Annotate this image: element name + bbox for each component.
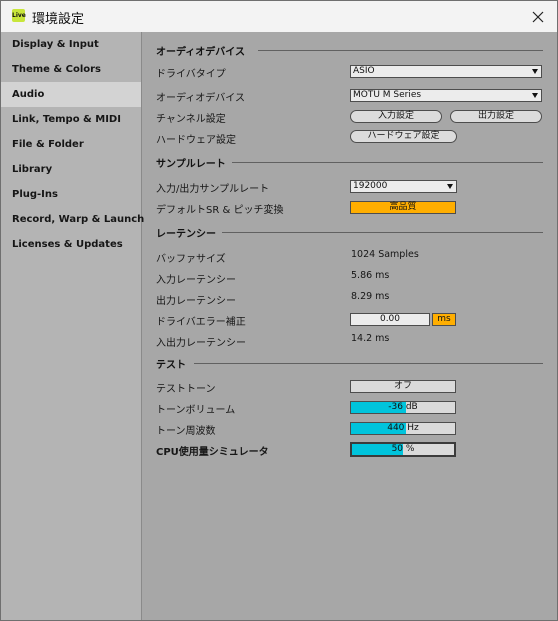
preferences-sidebar: Display & Input Theme & Colors Audio Lin… bbox=[1, 32, 144, 620]
live-app-icon: Live bbox=[12, 9, 26, 22]
input-latency-value: 5.86 ms bbox=[351, 270, 390, 281]
section-heading-audio-device: オーディオデバイス bbox=[156, 47, 245, 58]
section-heading-test: テスト bbox=[156, 360, 186, 371]
tone-volume-label: トーンボリューム bbox=[156, 405, 236, 416]
driver-type-value: ASIO bbox=[353, 66, 375, 76]
sidebar-item-plug-ins[interactable]: Plug-Ins bbox=[1, 182, 141, 207]
sr-pitch-conversion-toggle[interactable]: 高品質 bbox=[350, 201, 456, 214]
test-tone-label: テストトーン bbox=[156, 384, 216, 395]
output-config-button[interactable]: 出力設定 bbox=[450, 110, 542, 123]
section-divider bbox=[258, 50, 543, 51]
driver-error-unit: ms bbox=[432, 313, 456, 326]
sidebar-item-theme-colors[interactable]: Theme & Colors bbox=[1, 57, 141, 82]
sidebar-item-link-tempo-midi[interactable]: Link, Tempo & MIDI bbox=[1, 107, 141, 132]
sidebar-item-display-input[interactable]: Display & Input bbox=[1, 32, 141, 57]
buffer-size-label: バッファサイズ bbox=[156, 254, 226, 265]
sidebar-item-licenses-updates[interactable]: Licenses & Updates bbox=[1, 232, 141, 257]
sidebar-item-library[interactable]: Library bbox=[1, 157, 141, 182]
buffer-size-value[interactable]: 1024 Samples bbox=[351, 249, 419, 260]
overall-latency-value: 14.2 ms bbox=[351, 333, 390, 344]
overall-latency-label: 入出力レーテンシー bbox=[156, 338, 246, 349]
tone-frequency-slider[interactable]: 440 Hz bbox=[350, 422, 456, 435]
sidebar-item-record-warp-launch[interactable]: Record, Warp & Launch bbox=[1, 207, 144, 232]
section-divider bbox=[222, 232, 543, 233]
driver-type-label: ドライバタイプ bbox=[156, 69, 226, 80]
section-heading-latency: レーテンシー bbox=[156, 229, 216, 240]
output-latency-label: 出力レーテンシー bbox=[156, 296, 236, 307]
audio-device-label: オーディオデバイス bbox=[156, 93, 245, 104]
hardware-config-button[interactable]: ハードウェア設定 bbox=[350, 130, 457, 143]
close-button[interactable] bbox=[527, 7, 549, 27]
tone-volume-value: -36 dB bbox=[388, 402, 418, 412]
close-icon bbox=[532, 11, 544, 23]
sidebar-item-file-folder[interactable]: File & Folder bbox=[1, 132, 141, 157]
audio-device-value: MOTU M Series bbox=[353, 90, 422, 100]
tone-frequency-value: 440 Hz bbox=[387, 423, 419, 433]
channel-config-label: チャンネル設定 bbox=[156, 114, 226, 125]
sample-rate-dropdown[interactable]: 192000 bbox=[350, 180, 457, 193]
chevron-down-icon bbox=[532, 69, 538, 74]
section-heading-sample-rate: サンプルレート bbox=[156, 159, 226, 170]
hardware-config-label: ハードウェア設定 bbox=[156, 135, 236, 146]
cpu-simulator-label: CPU使用量シミュレータ bbox=[156, 447, 269, 458]
cpu-simulator-value: 50 % bbox=[391, 444, 415, 454]
chevron-down-icon bbox=[532, 93, 538, 98]
section-divider bbox=[232, 162, 543, 163]
sample-rate-value: 192000 bbox=[353, 181, 388, 191]
sr-pitch-conversion-label: デフォルトSR & ピッチ変換 bbox=[156, 205, 284, 216]
title-bar: Live 環境設定 bbox=[1, 1, 557, 32]
output-latency-value: 8.29 ms bbox=[351, 291, 390, 302]
driver-error-compensation-field[interactable]: 0.00 bbox=[350, 313, 430, 326]
driver-error-compensation-label: ドライバエラー補正 bbox=[156, 317, 246, 328]
window-title: 環境設定 bbox=[32, 12, 85, 27]
input-latency-label: 入力レーテンシー bbox=[156, 275, 236, 286]
sample-rate-label: 入力/出力サンプルレート bbox=[156, 184, 270, 195]
preferences-window: Live 環境設定 Display & Input Theme & Colors… bbox=[0, 0, 558, 621]
sidebar-item-audio[interactable]: Audio bbox=[1, 82, 141, 107]
cpu-simulator-slider[interactable]: 50 % bbox=[350, 442, 456, 457]
audio-settings-panel: オーディオデバイス ドライバタイプ ASIO オーディオデバイス MOTU M … bbox=[142, 32, 557, 620]
driver-type-dropdown[interactable]: ASIO bbox=[350, 65, 542, 78]
section-divider bbox=[194, 363, 543, 364]
test-tone-toggle[interactable]: オフ bbox=[350, 380, 456, 393]
input-config-button[interactable]: 入力設定 bbox=[350, 110, 442, 123]
audio-device-dropdown[interactable]: MOTU M Series bbox=[350, 89, 542, 102]
tone-volume-slider[interactable]: -36 dB bbox=[350, 401, 456, 414]
tone-frequency-label: トーン周波数 bbox=[156, 426, 216, 437]
chevron-down-icon bbox=[447, 184, 453, 189]
